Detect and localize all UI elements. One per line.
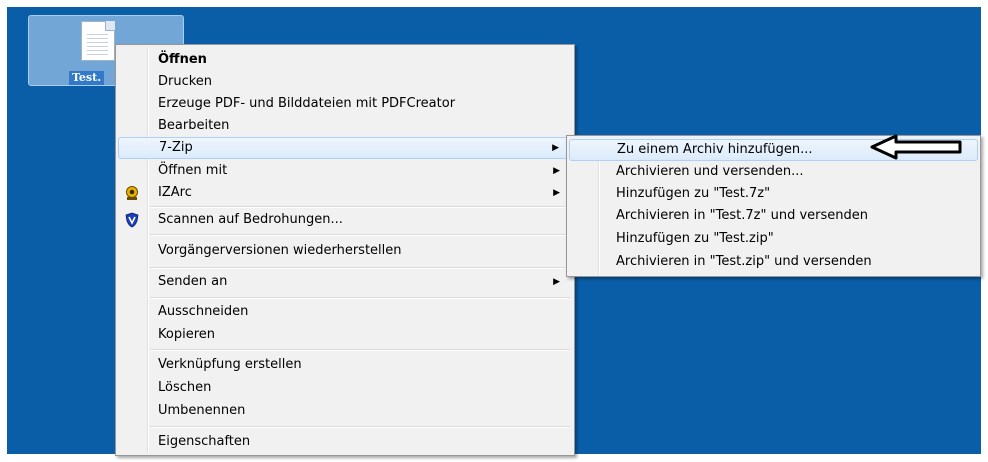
menu-item-label: Hinzufügen zu "Test.7z" bbox=[616, 186, 771, 201]
menu-item-umbenennen[interactable]: Umbenennen bbox=[118, 400, 572, 422]
menu-item-label: Kopieren bbox=[158, 327, 215, 342]
submenu-arrow-icon: ▶ bbox=[553, 277, 560, 287]
menu-item-label: Öffnen bbox=[158, 52, 207, 67]
submenu-arrow-icon: ▶ bbox=[553, 166, 560, 176]
shield-icon bbox=[124, 212, 140, 228]
submenu-item-hinzufuegen-7z[interactable]: Hinzufügen zu "Test.7z" bbox=[569, 183, 978, 205]
menu-item-7zip[interactable]: 7-Zip ▶ bbox=[118, 137, 572, 159]
menu-separator bbox=[150, 349, 570, 351]
context-menu: Öffnen Drucken Erzeuge PDF- und Bilddate… bbox=[115, 44, 575, 456]
menu-item-label: Archivieren in "Test.zip" und versenden bbox=[616, 254, 872, 269]
menu-item-label: Bearbeiten bbox=[158, 118, 230, 133]
menu-item-verknuepfung[interactable]: Verknüpfung erstellen bbox=[118, 354, 572, 376]
menu-separator bbox=[150, 234, 570, 236]
submenu-item-archivieren-7z-versenden[interactable]: Archivieren in "Test.7z" und versenden bbox=[569, 205, 978, 227]
menu-item-drucken[interactable]: Drucken bbox=[118, 71, 572, 93]
menu-item-loeschen[interactable]: Löschen bbox=[118, 377, 572, 399]
submenu-arrow-icon: ▶ bbox=[553, 188, 560, 198]
menu-item-kopieren[interactable]: Kopieren bbox=[118, 324, 572, 346]
menu-item-vorgaengerversionen[interactable]: Vorgängerversionen wiederherstellen bbox=[118, 240, 572, 262]
menu-item-label: IZArc bbox=[158, 185, 192, 200]
menu-item-oeffnen[interactable]: Öffnen bbox=[118, 49, 572, 71]
menu-item-oeffnen-mit[interactable]: Öffnen mit ▶ bbox=[118, 160, 572, 182]
menu-separator bbox=[150, 206, 570, 208]
menu-item-label: Drucken bbox=[158, 74, 213, 89]
menu-item-label: Hinzufügen zu "Test.zip" bbox=[616, 231, 774, 246]
menu-item-label: Archivieren in "Test.7z" und versenden bbox=[616, 208, 868, 223]
document-icon bbox=[81, 21, 115, 61]
menu-item-label: Eigenschaften bbox=[158, 434, 251, 449]
menu-item-label: 7-Zip bbox=[159, 140, 193, 155]
submenu-arrow-icon: ▶ bbox=[552, 143, 559, 153]
izarc-icon bbox=[124, 185, 140, 201]
arrow-annotation-icon bbox=[870, 134, 962, 160]
submenu-item-hinzufuegen-zip[interactable]: Hinzufügen zu "Test.zip" bbox=[569, 228, 978, 250]
menu-item-label: Erzeuge PDF- und Bilddateien mit PDFCrea… bbox=[158, 96, 456, 111]
submenu-item-archivieren-versenden[interactable]: Archivieren und versenden... bbox=[569, 161, 978, 183]
menu-item-ausschneiden[interactable]: Ausschneiden bbox=[118, 301, 572, 323]
menu-item-label: Zu einem Archiv hinzufügen... bbox=[617, 142, 813, 157]
menu-item-pdfcreator[interactable]: Erzeuge PDF- und Bilddateien mit PDFCrea… bbox=[118, 93, 572, 115]
menu-separator bbox=[150, 297, 570, 299]
menu-item-label: Vorgängerversionen wiederherstellen bbox=[158, 243, 402, 258]
file-label: Test. bbox=[69, 71, 105, 85]
menu-item-scannen[interactable]: Scannen auf Bedrohungen... bbox=[118, 209, 572, 231]
menu-item-senden-an[interactable]: Senden an ▶ bbox=[118, 271, 572, 293]
menu-item-label: Archivieren und versenden... bbox=[616, 164, 804, 179]
menu-item-label: Umbenennen bbox=[158, 403, 246, 418]
menu-item-label: Verknüpfung erstellen bbox=[158, 357, 302, 372]
menu-item-label: Löschen bbox=[158, 380, 212, 395]
submenu-item-archivieren-zip-versenden[interactable]: Archivieren in "Test.zip" und versenden bbox=[569, 251, 978, 273]
menu-item-label: Senden an bbox=[158, 274, 228, 289]
menu-item-label: Scannen auf Bedrohungen... bbox=[158, 212, 343, 227]
menu-item-bearbeiten[interactable]: Bearbeiten bbox=[118, 115, 572, 137]
menu-item-label: Öffnen mit bbox=[158, 163, 228, 178]
menu-separator bbox=[150, 267, 570, 269]
menu-separator bbox=[150, 426, 570, 428]
menu-item-eigenschaften[interactable]: Eigenschaften bbox=[118, 431, 572, 453]
menu-item-label: Ausschneiden bbox=[158, 304, 249, 319]
menu-item-izarc[interactable]: IZArc ▶ bbox=[118, 182, 572, 204]
